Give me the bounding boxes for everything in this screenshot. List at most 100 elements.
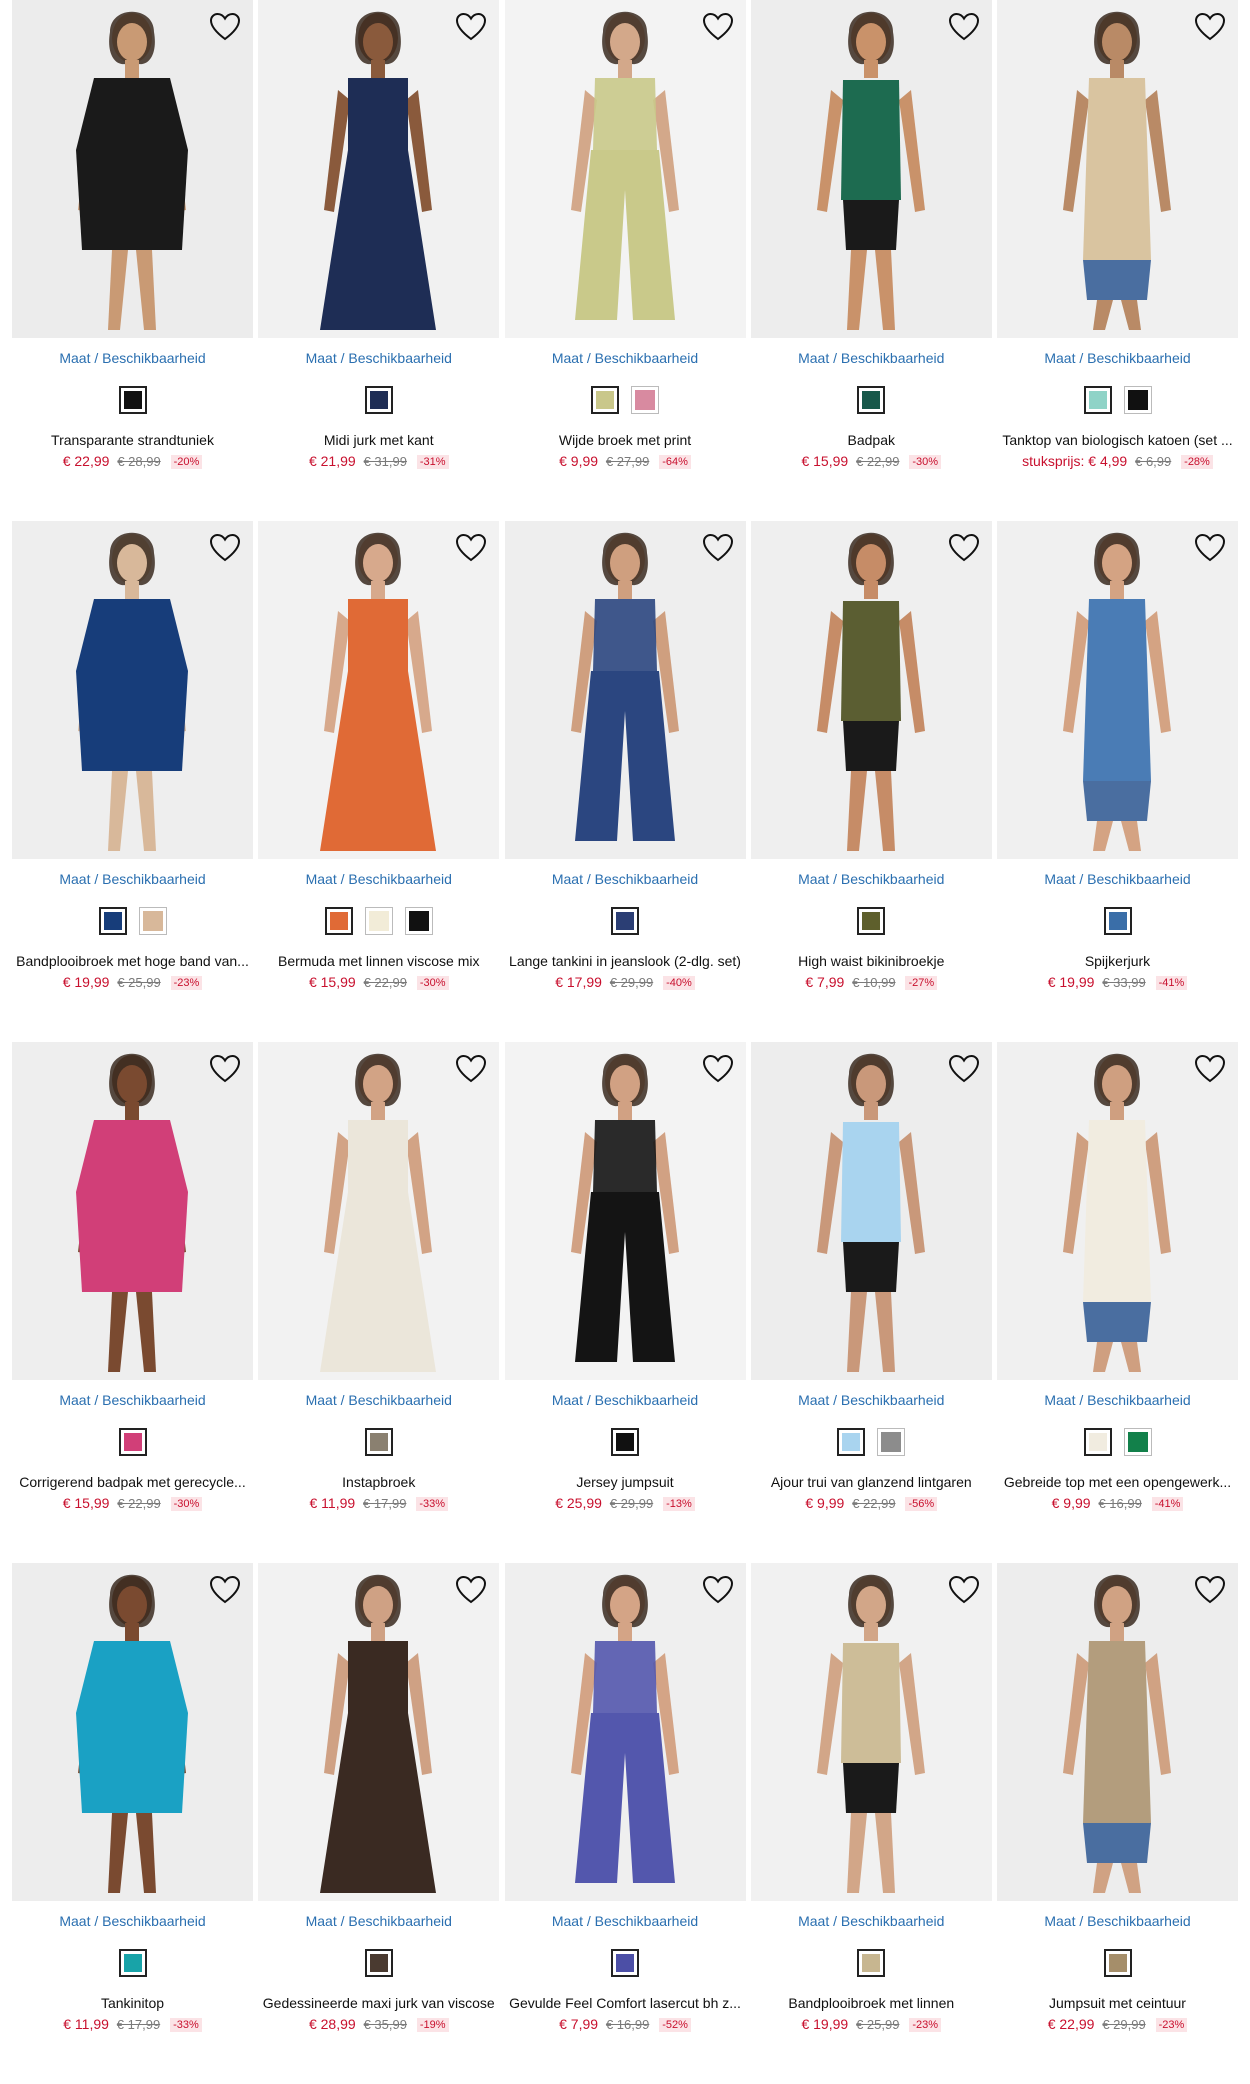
wishlist-heart-icon[interactable] — [1194, 12, 1226, 42]
product-image[interactable] — [504, 1042, 746, 1380]
wishlist-heart-icon[interactable] — [702, 12, 734, 42]
product-image[interactable] — [750, 1042, 992, 1380]
size-availability-link[interactable]: Maat / Beschikbaarheid — [258, 1913, 499, 1931]
product-image[interactable] — [504, 521, 746, 859]
color-swatch[interactable] — [118, 386, 147, 414]
color-swatch[interactable] — [1123, 386, 1152, 414]
product-image[interactable] — [12, 521, 253, 859]
product-name[interactable]: Lange tankini in jeanslook (2-dlg. set) — [505, 953, 746, 971]
product-card-8[interactable]: Maat / Beschikbaarheid Lange tankini in … — [504, 521, 746, 1042]
wishlist-heart-icon[interactable] — [209, 533, 241, 563]
product-image[interactable] — [12, 1563, 253, 1901]
color-swatch[interactable] — [877, 1428, 906, 1456]
color-swatch[interactable] — [364, 386, 393, 414]
color-swatch[interactable] — [324, 907, 353, 935]
wishlist-heart-icon[interactable] — [1194, 533, 1226, 563]
product-card-18[interactable]: Maat / Beschikbaarheid Gevulde Feel Comf… — [504, 1563, 746, 2084]
product-card-19[interactable]: Maat / Beschikbaarheid Bandplooibroek me… — [750, 1563, 992, 2084]
product-image[interactable] — [258, 521, 500, 859]
product-image[interactable] — [504, 1563, 746, 1901]
size-availability-link[interactable]: Maat / Beschikbaarheid — [997, 1913, 1238, 1931]
product-name[interactable]: Tanktop van biologisch katoen (set ... — [997, 432, 1238, 450]
product-image[interactable] — [997, 1042, 1238, 1380]
product-image[interactable] — [12, 0, 253, 338]
product-card-5[interactable]: Maat / Beschikbaarheid Tanktop van biolo… — [997, 0, 1238, 521]
wishlist-heart-icon[interactable] — [702, 533, 734, 563]
product-image[interactable] — [750, 0, 992, 338]
color-swatch[interactable] — [364, 1949, 393, 1977]
wishlist-heart-icon[interactable] — [1194, 1575, 1226, 1605]
product-name[interactable]: Spijkerjurk — [997, 953, 1238, 971]
size-availability-link[interactable]: Maat / Beschikbaarheid — [751, 350, 992, 368]
product-card-9[interactable]: Maat / Beschikbaarheid High waist bikini… — [750, 521, 992, 1042]
product-name[interactable]: Gevulde Feel Comfort lasercut bh z... — [505, 1995, 746, 2013]
color-swatch[interactable] — [364, 1428, 393, 1456]
product-image[interactable] — [997, 521, 1238, 859]
product-card-16[interactable]: Maat / Beschikbaarheid Tankinitop € 11,9… — [12, 1563, 253, 2084]
size-availability-link[interactable]: Maat / Beschikbaarheid — [997, 350, 1238, 368]
product-name[interactable]: Tankinitop — [12, 1995, 253, 2013]
wishlist-heart-icon[interactable] — [209, 1054, 241, 1084]
wishlist-heart-icon[interactable] — [948, 1054, 980, 1084]
size-availability-link[interactable]: Maat / Beschikbaarheid — [258, 350, 499, 368]
color-swatch[interactable] — [118, 1428, 147, 1456]
size-availability-link[interactable]: Maat / Beschikbaarheid — [505, 1392, 746, 1410]
size-availability-link[interactable]: Maat / Beschikbaarheid — [258, 1392, 499, 1410]
product-card-4[interactable]: Maat / Beschikbaarheid Badpak € 15,99 € … — [750, 0, 992, 521]
wishlist-heart-icon[interactable] — [1194, 1054, 1226, 1084]
product-image[interactable] — [258, 1042, 500, 1380]
wishlist-heart-icon[interactable] — [948, 533, 980, 563]
size-availability-link[interactable]: Maat / Beschikbaarheid — [751, 1913, 992, 1931]
color-swatch[interactable] — [857, 386, 886, 414]
wishlist-heart-icon[interactable] — [455, 1575, 487, 1605]
product-name[interactable]: Wijde broek met print — [505, 432, 746, 450]
size-availability-link[interactable]: Maat / Beschikbaarheid — [505, 871, 746, 889]
wishlist-heart-icon[interactable] — [455, 1054, 487, 1084]
product-card-3[interactable]: Maat / Beschikbaarheid Wijde broek met p… — [504, 0, 746, 521]
color-swatch[interactable] — [1123, 1428, 1152, 1456]
product-name[interactable]: Badpak — [751, 432, 992, 450]
product-name[interactable]: High waist bikinibroekje — [751, 953, 992, 971]
product-name[interactable]: Bermuda met linnen viscose mix — [258, 953, 499, 971]
color-swatch[interactable] — [611, 907, 639, 935]
wishlist-heart-icon[interactable] — [948, 12, 980, 42]
product-image[interactable] — [750, 521, 992, 859]
color-swatch[interactable] — [1083, 1428, 1112, 1456]
product-card-14[interactable]: Maat / Beschikbaarheid Ajour trui van gl… — [750, 1042, 992, 1563]
product-card-1[interactable]: Maat / Beschikbaarheid Transparante stra… — [12, 0, 253, 521]
product-name[interactable]: Ajour trui van glanzend lintgaren — [751, 1474, 992, 1492]
wishlist-heart-icon[interactable] — [702, 1575, 734, 1605]
product-image[interactable] — [997, 0, 1238, 338]
product-card-13[interactable]: Maat / Beschikbaarheid Jersey jumpsuit €… — [504, 1042, 746, 1563]
size-availability-link[interactable]: Maat / Beschikbaarheid — [12, 1913, 253, 1931]
product-image[interactable] — [750, 1563, 992, 1901]
color-swatch[interactable] — [118, 1949, 147, 1977]
size-availability-link[interactable]: Maat / Beschikbaarheid — [997, 1392, 1238, 1410]
product-name[interactable]: Corrigerend badpak met gerecycle... — [12, 1474, 253, 1492]
size-availability-link[interactable]: Maat / Beschikbaarheid — [258, 871, 499, 889]
product-name[interactable]: Gedessineerde maxi jurk van viscose — [258, 1995, 499, 2013]
product-card-6[interactable]: Maat / Beschikbaarheid Bandplooibroek me… — [12, 521, 253, 1042]
product-name[interactable]: Instapbroek — [258, 1474, 499, 1492]
product-name[interactable]: Bandplooibroek met linnen — [751, 1995, 992, 2013]
product-name[interactable]: Jersey jumpsuit — [505, 1474, 746, 1492]
size-availability-link[interactable]: Maat / Beschikbaarheid — [505, 350, 746, 368]
product-image[interactable] — [258, 1563, 500, 1901]
color-swatch[interactable] — [138, 907, 167, 935]
color-swatch[interactable] — [1083, 386, 1112, 414]
color-swatch[interactable] — [591, 386, 619, 414]
color-swatch[interactable] — [364, 907, 393, 935]
size-availability-link[interactable]: Maat / Beschikbaarheid — [505, 1913, 746, 1931]
product-image[interactable] — [504, 0, 746, 338]
product-image[interactable] — [997, 1563, 1238, 1901]
product-image[interactable] — [258, 0, 500, 338]
product-image[interactable] — [12, 1042, 253, 1380]
color-swatch[interactable] — [98, 907, 127, 935]
product-card-2[interactable]: Maat / Beschikbaarheid Midi jurk met kan… — [258, 0, 500, 521]
product-card-12[interactable]: Maat / Beschikbaarheid Instapbroek € 11,… — [258, 1042, 500, 1563]
size-availability-link[interactable]: Maat / Beschikbaarheid — [12, 871, 253, 889]
color-swatch[interactable] — [611, 1949, 639, 1977]
product-card-20[interactable]: Maat / Beschikbaarheid Jumpsuit met cein… — [997, 1563, 1238, 2084]
product-name[interactable]: Gebreide top met een opengewerk... — [997, 1474, 1238, 1492]
size-availability-link[interactable]: Maat / Beschikbaarheid — [751, 1392, 992, 1410]
